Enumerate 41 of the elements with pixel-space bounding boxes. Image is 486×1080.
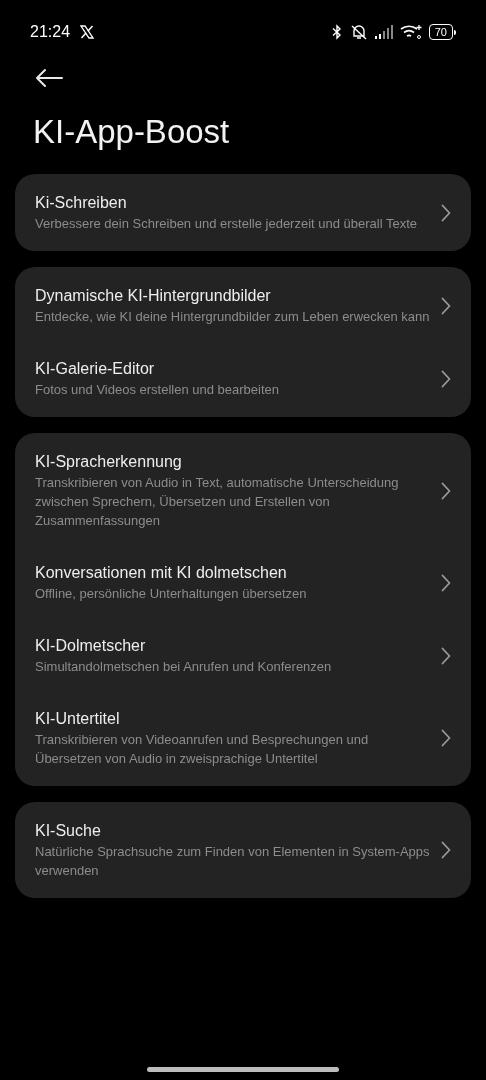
logo-icon xyxy=(80,25,95,39)
item-title: KI-Untertitel xyxy=(35,709,121,729)
battery-level: 70 xyxy=(428,24,453,40)
chevron-right-icon xyxy=(441,369,451,388)
item-description: Entdecke, wie KI deine Hintergrundbilder zum Leben erwecken kann xyxy=(35,308,431,326)
item-title: Dynamische KI-Hintergrundbilder xyxy=(35,286,272,306)
item-title: Konversationen mit KI dolmetschen xyxy=(35,563,288,583)
settings-item[interactable]: KI-Untertitel Transkribieren von Videoanrufen und Besprechungen und Übersetzen von Audio in zweisprachige Untertitel xyxy=(15,692,471,784)
back-button[interactable] xyxy=(34,68,64,88)
signal-icon xyxy=(374,25,393,39)
chevron-right-icon xyxy=(441,573,451,592)
settings-item[interactable]: Konversationen mit KI dolmetschen Offline, persönliche Unterhaltungen übersetzen xyxy=(15,546,471,619)
chevron-right-icon xyxy=(441,296,451,315)
item-description: Verbessere dein Schreiben und erstelle jederzeit und überall Texte xyxy=(35,215,419,233)
settings-item[interactable]: KI-Dolmetscher Simultandolmetschen bei Anrufen und Konferenzen xyxy=(15,619,471,692)
settings-item[interactable]: Ki-Schreiben Verbessere dein Schreiben und erstelle jederzeit und überall Texte xyxy=(15,176,471,249)
item-description: Fotos und Videos erstellen und bearbeiten xyxy=(35,381,281,399)
bluetooth-icon xyxy=(330,24,343,40)
muted-bell-icon xyxy=(349,24,368,40)
settings-item[interactable]: KI-Suche Natürliche Sprachsuche zum Finden von Elementen in System-Apps verwenden xyxy=(15,804,471,896)
wifi-icon xyxy=(399,24,422,40)
chevron-right-icon xyxy=(441,481,451,500)
item-title: KI-Dolmetscher xyxy=(35,636,147,656)
chevron-right-icon xyxy=(441,729,451,747)
item-description: Offline, persönliche Unterhaltungen übersetzen xyxy=(35,585,308,603)
item-title: Ki-Schreiben xyxy=(35,193,128,213)
chevron-right-icon xyxy=(441,841,451,859)
item-description: Transkribieren von Videoanrufen und Besprechungen und Übersetzen von Audio in zweisprachige Untertitel xyxy=(35,731,370,768)
settings-item[interactable]: KI-Spracherkennung Transkribieren von Audio in Text, automatische Unterscheidung zwischen Sprechern, Übersetzen und Erstellen von Zusammenfassungen xyxy=(15,435,471,546)
item-description: Transkribieren von Audio in Text, automatische Unterscheidung zwischen Sprechern, Übersetzen und Erstellen von Zusammenfassungen xyxy=(35,474,400,530)
chevron-right-icon xyxy=(441,646,451,665)
settings-item[interactable]: KI-Galerie-Editor Fotos und Videos erstellen und bearbeiten xyxy=(15,342,471,415)
page-title: KI-App-Boost xyxy=(32,112,231,152)
item-title: KI-Spracherkennung xyxy=(35,452,183,472)
item-description: Natürliche Sprachsuche zum Finden von Elementen in System-Apps verwenden xyxy=(35,843,431,880)
item-description: Simultandolmetschen bei Anrufen und Konferenzen xyxy=(35,658,333,676)
item-title: KI-Galerie-Editor xyxy=(35,359,156,379)
chevron-right-icon xyxy=(441,203,451,222)
clock: 21:24 xyxy=(30,22,71,42)
item-title: KI-Suche xyxy=(35,821,102,841)
settings-item[interactable]: Dynamische KI-Hintergrundbilder Entdecke, wie KI deine Hintergrundbilder zum Leben erwecken kann xyxy=(15,269,471,342)
